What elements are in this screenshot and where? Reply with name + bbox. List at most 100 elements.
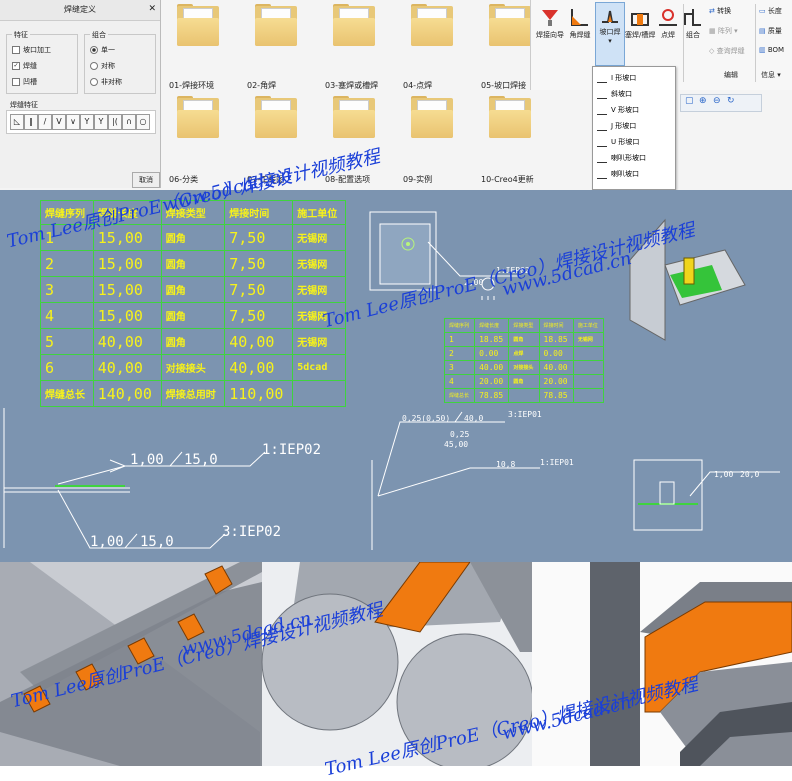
- groove-type-icon: [597, 106, 607, 115]
- folder-icon[interactable]: [175, 96, 221, 140]
- folder-label[interactable]: 07-工程图: [247, 174, 284, 185]
- menu-item-label: 喇叭形坡口: [611, 154, 646, 162]
- symbol-fillet-icon[interactable]: ◺: [10, 114, 24, 130]
- close-icon[interactable]: ✕: [148, 4, 156, 14]
- folder-label[interactable]: 02-角焊: [247, 80, 276, 91]
- mass-button[interactable]: ▤ 质量: [759, 26, 782, 36]
- cancel-button[interactable]: 取消: [132, 172, 160, 188]
- folder-icon[interactable]: [409, 96, 455, 140]
- groove-weld-button[interactable]: 坡口焊 ▾: [595, 2, 625, 66]
- groove-mid-label: 10,8: [496, 460, 516, 469]
- folder-icon[interactable]: [175, 4, 221, 48]
- spot-weld-label: 点焊: [661, 31, 675, 39]
- plug-slot-weld-button[interactable]: 塞焊/槽焊: [625, 6, 655, 40]
- fillet-symbol-icon: [124, 533, 138, 549]
- symbol-flare-icon[interactable]: |(: [108, 114, 122, 130]
- symbol-bevel-icon[interactable]: /: [38, 114, 52, 130]
- symbol-double-y-icon[interactable]: Y: [94, 114, 108, 130]
- fillet-symbol-icon: [169, 451, 183, 467]
- groove-weld-label: 坡口焊: [599, 28, 621, 36]
- folder-label[interactable]: 03-塞焊或槽焊: [325, 80, 378, 91]
- folder-label[interactable]: 10-Creo4更新: [481, 174, 534, 185]
- groove-depth-label: 0,25: [450, 430, 470, 439]
- menu-item-groove[interactable]: J 形坡口: [597, 119, 636, 133]
- symbol-v-icon[interactable]: V: [52, 114, 66, 130]
- zoom-in-icon[interactable]: ⊕: [699, 96, 707, 106]
- weld-wizard-button[interactable]: 焊接向导: [533, 6, 567, 40]
- folder-label[interactable]: 05-坡口焊接: [481, 80, 526, 91]
- drawing-sheet: 焊缝序列 焊缝长度 焊接类型 焊接时间 施工单位 1 15,00 圆角 7,50 无锡网…: [0, 190, 792, 562]
- stud-part: [683, 257, 695, 285]
- combine-label: 组合: [686, 31, 700, 39]
- folder-icon[interactable]: [409, 4, 455, 48]
- folder-label[interactable]: 08-配置选项: [325, 174, 370, 185]
- convert-icon: ⇄: [709, 7, 715, 15]
- length-button[interactable]: ▭ 长度: [759, 6, 782, 16]
- part-plate-line: [4, 487, 130, 493]
- frame-post: [590, 562, 640, 766]
- groove-tag-label: 3:IEP01: [508, 410, 542, 419]
- groove-type-icon: [597, 138, 607, 147]
- folder-icon[interactable]: [253, 96, 299, 140]
- stud-length-label: 20,0: [740, 470, 760, 479]
- fillet2-length-label: 15,0: [140, 534, 174, 550]
- folder-icon[interactable]: [487, 4, 533, 48]
- weld-wizard-icon: [542, 10, 558, 26]
- menu-item-label: V 形坡口: [611, 106, 640, 114]
- menu-item-groove[interactable]: 喇叭坡口: [597, 167, 639, 181]
- feature-checkbox-weld[interactable]: ✓ 焊缝: [12, 61, 37, 71]
- folder-icon[interactable]: [253, 4, 299, 48]
- menu-item-groove[interactable]: U 形坡口: [597, 135, 639, 149]
- zoom-out-icon[interactable]: ⊖: [713, 96, 721, 106]
- fillet-weld-label: 角焊缝: [569, 31, 591, 39]
- folder-label[interactable]: 04-点焊: [403, 80, 432, 91]
- menu-item-label: U 形坡口: [611, 138, 640, 146]
- fillet-length-label: 15,0: [184, 452, 218, 468]
- folder-icon[interactable]: [331, 4, 377, 48]
- weld-definition-dialog: 焊缝定义 ✕ 特征 坡口加工 ✓ 焊缝 凹槽 组合 单一 对称 非对称 焊缝特征 …: [0, 0, 161, 188]
- folder-label[interactable]: 09-实例: [403, 174, 432, 185]
- folder-icon[interactable]: [331, 96, 377, 140]
- query-weld-button[interactable]: ◇ 查询焊缝: [709, 46, 745, 56]
- pattern-label: 阵列 ▾: [717, 27, 738, 35]
- folder-label[interactable]: 06-分类: [169, 174, 198, 185]
- weld-3d-renders: [0, 562, 792, 766]
- info-group-label[interactable]: 信息 ▾: [761, 70, 781, 80]
- combine-button[interactable]: 组合: [681, 6, 705, 40]
- symbol-spot-icon[interactable]: ○: [136, 114, 150, 130]
- dialog-title: 焊缝定义: [0, 0, 160, 21]
- feature-checkbox-slot[interactable]: 凹槽: [12, 77, 37, 87]
- weight-icon: ▤: [759, 27, 766, 35]
- combo-radio-symmetric[interactable]: 对称: [90, 61, 115, 71]
- spot-symbol-ticks: [481, 296, 495, 300]
- groove-type-menu: I 形坡口斜坡口 V 形坡口 J 形坡口 U 形坡口喇叭形坡口喇叭坡口: [592, 66, 676, 190]
- query-icon: ◇: [709, 47, 715, 55]
- folder-icon[interactable]: [487, 96, 533, 140]
- fillet-weld-button[interactable]: 角焊缝: [565, 6, 595, 40]
- leader-line: [689, 471, 780, 497]
- menu-item-groove[interactable]: 斜坡口: [597, 87, 632, 101]
- refit-icon[interactable]: ▢: [685, 96, 694, 106]
- convert-button[interactable]: ⇄ 转换: [709, 6, 731, 16]
- folder-label[interactable]: 01-焊接环境: [169, 80, 214, 91]
- pattern-button[interactable]: ▦ 阵列 ▾: [709, 26, 738, 36]
- menu-item-groove[interactable]: V 形坡口: [597, 103, 639, 117]
- menu-item-groove[interactable]: 喇叭形坡口: [597, 151, 646, 165]
- plug-weld-icon: [631, 13, 649, 26]
- symbol-single-v-icon[interactable]: ∨: [66, 114, 80, 130]
- symbol-square-icon[interactable]: ‖: [24, 114, 38, 130]
- repaint-icon[interactable]: ↻: [727, 96, 735, 106]
- combo-radio-single[interactable]: 单一: [90, 45, 115, 55]
- menu-item-groove[interactable]: I 形坡口: [597, 71, 636, 85]
- groove-tag2-label: 1:IEP01: [540, 458, 574, 467]
- spot-weld-button[interactable]: 点焊: [655, 6, 681, 40]
- bom-button[interactable]: ▥ BOM: [759, 46, 784, 54]
- menu-item-label: 喇叭坡口: [611, 170, 639, 178]
- length-label: 长度: [767, 7, 782, 15]
- ruler-icon: ▭: [759, 7, 766, 15]
- symbol-u-icon[interactable]: ∩: [122, 114, 136, 130]
- symbol-y-icon[interactable]: Y: [80, 114, 94, 130]
- feature-checkbox-groove[interactable]: 坡口加工: [12, 45, 51, 55]
- combo-radio-asymmetric[interactable]: 非对称: [90, 77, 122, 87]
- groove-type-icon: [597, 154, 607, 163]
